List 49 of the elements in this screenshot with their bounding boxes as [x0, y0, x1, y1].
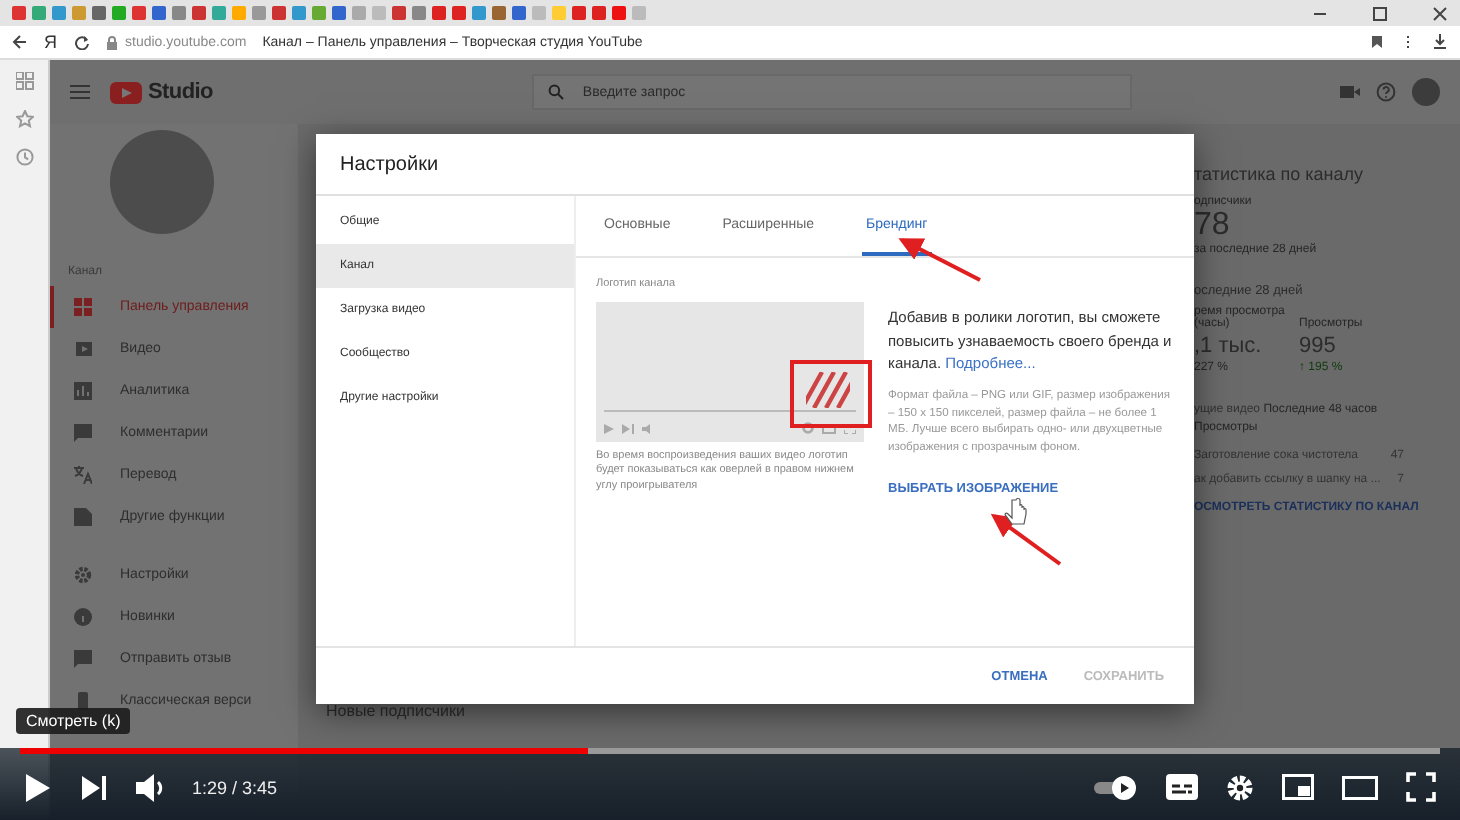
gear-icon [74, 566, 92, 584]
browser-logo[interactable]: Я [44, 32, 57, 52]
fullscreen-icon[interactable] [1406, 772, 1436, 802]
next-icon[interactable] [80, 773, 108, 801]
subtitles-icon[interactable] [1166, 774, 1198, 800]
settings-icon[interactable] [1226, 773, 1254, 801]
document-icon [74, 508, 92, 526]
lock-icon [105, 35, 117, 49]
play-icon [604, 423, 614, 433]
translate-icon [74, 466, 92, 484]
star-icon[interactable] [15, 110, 33, 128]
stat-value: 78 [1194, 208, 1232, 244]
close-icon[interactable] [1432, 5, 1448, 21]
card-title: татистика по каналу [1194, 164, 1366, 184]
time-display: 1:29 / 3:45 [192, 777, 278, 797]
volume-icon [642, 423, 654, 433]
screen-icon [822, 423, 836, 433]
miniplayer-icon[interactable] [1282, 774, 1314, 800]
dashboard-icon [74, 298, 92, 316]
stat-value: ,1 тыс. [1194, 334, 1264, 358]
annotation-arrow [898, 238, 981, 282]
download-icon[interactable] [1432, 34, 1448, 50]
tooltip: Смотреть (k) [16, 708, 131, 734]
search-icon [548, 84, 565, 100]
dialog-title: Настройки [316, 134, 1194, 196]
stat-value: 995 [1299, 334, 1338, 358]
back-arrow-icon[interactable] [12, 34, 28, 50]
reload-icon[interactable] [73, 34, 89, 50]
theater-mode-icon[interactable] [1342, 775, 1378, 799]
striped-logo-icon [806, 372, 850, 408]
bookmark-icon[interactable] [1370, 34, 1384, 50]
info-icon [74, 608, 92, 626]
next-icon [622, 423, 634, 433]
video-icon [74, 340, 92, 358]
avatar [110, 130, 214, 234]
studio-logo-text: Studio [148, 80, 213, 104]
play-logo-icon [110, 81, 142, 103]
help-icon[interactable] [1376, 82, 1396, 102]
hand-cursor-icon [1004, 497, 1027, 525]
gear-icon [802, 422, 814, 434]
highlight-frame [790, 360, 872, 428]
annotation-arrow [990, 513, 1062, 566]
comment-icon [74, 424, 92, 442]
feedback-icon [74, 650, 92, 668]
video-camera-icon[interactable] [1340, 84, 1360, 100]
volume-icon[interactable] [136, 773, 164, 801]
chart-icon [74, 382, 92, 400]
autoplay-toggle[interactable] [1094, 775, 1138, 799]
maximize-icon[interactable] [1372, 5, 1388, 21]
